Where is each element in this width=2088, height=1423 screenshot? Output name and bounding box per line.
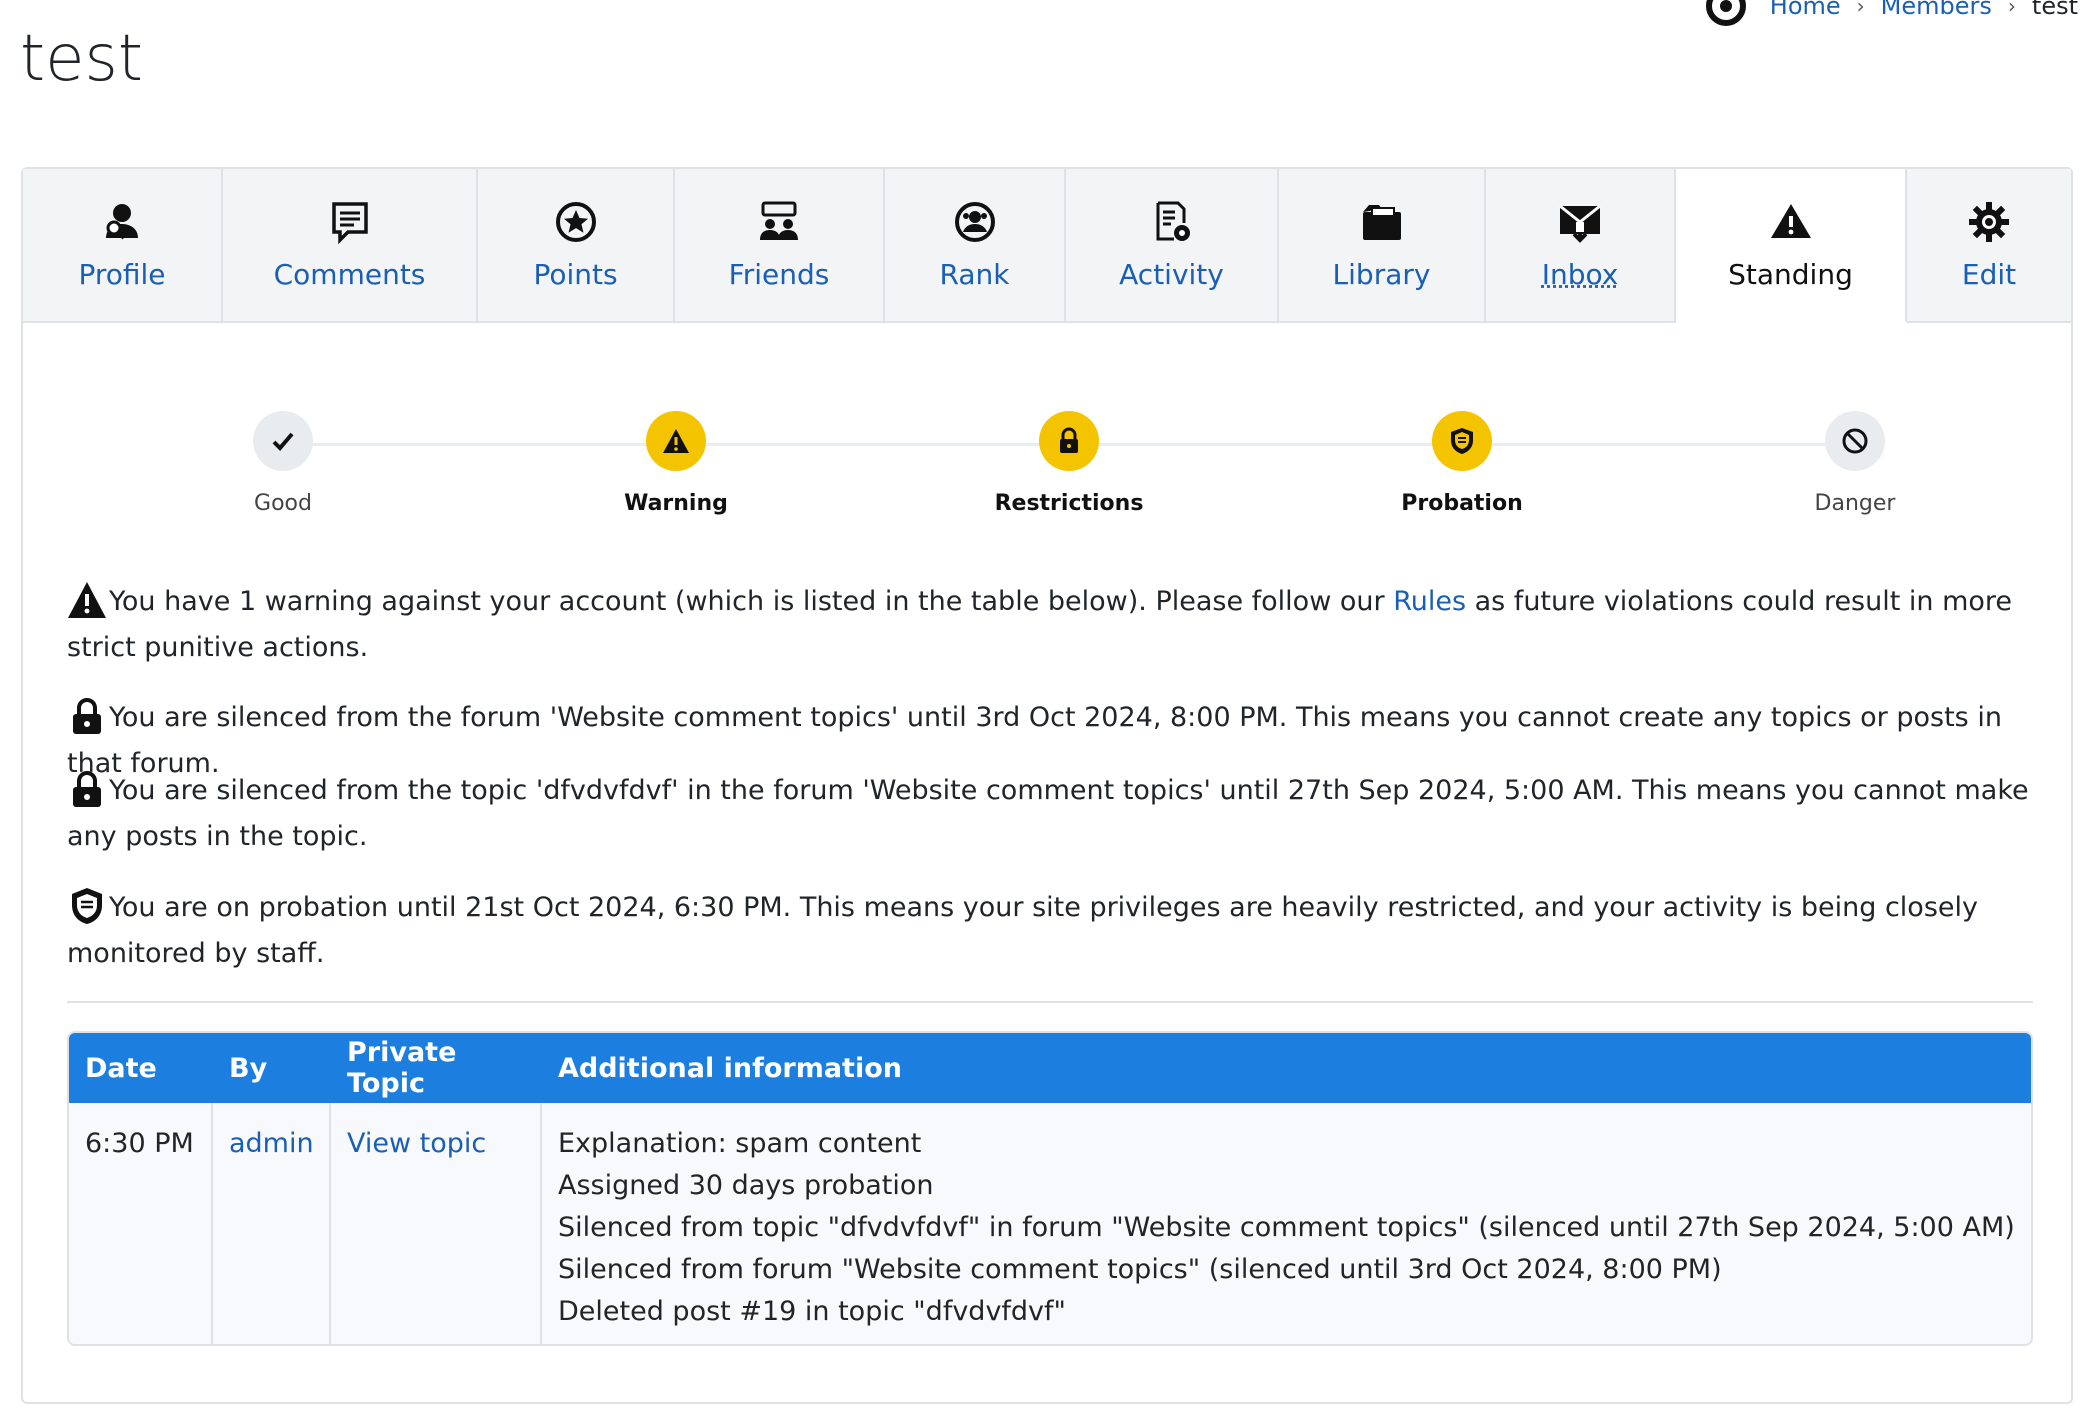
column-header-private-topic: Private Topic — [347, 1037, 457, 1099]
rules-link[interactable]: Rules — [1393, 586, 1466, 617]
check-icon — [253, 411, 313, 471]
star-icon — [554, 200, 598, 244]
step-label: Danger — [1814, 491, 1896, 516]
tab-profile[interactable]: Profile — [23, 169, 223, 323]
breadcrumb-members[interactable]: Members — [1881, 0, 1992, 20]
profile-tabs: Profile Comments Points Friends Rank Act… — [23, 169, 2071, 323]
silenced-topic-text: You are silenced from the topic 'dfvdvfd… — [67, 775, 2029, 852]
step-label: Probation — [1401, 491, 1523, 516]
step-warning: Warning — [526, 411, 826, 516]
probation-text: You are on probation until 21st Oct 2024… — [67, 892, 1978, 969]
comment-icon — [328, 200, 372, 244]
shield-icon — [67, 886, 107, 926]
tab-label: Library — [1332, 257, 1431, 291]
tab-comments[interactable]: Comments — [223, 169, 478, 323]
tab-label: Friends — [728, 257, 830, 291]
tab-label: Activity — [1119, 257, 1224, 291]
user-link-admin[interactable]: admin — [229, 1128, 314, 1159]
profile-panel: Profile Comments Points Friends Rank Act… — [21, 167, 2073, 1404]
silenced-topic-message: You are silenced from the topic 'dfvdvfd… — [67, 768, 2057, 860]
shield-icon — [1432, 411, 1492, 471]
tab-label: Inbox — [1541, 257, 1619, 291]
step-probation: Probation — [1312, 411, 1612, 516]
friends-icon — [757, 200, 801, 244]
step-danger: Danger — [1705, 411, 2005, 516]
lock-icon — [67, 696, 107, 736]
home-icon[interactable] — [1705, 0, 1746, 26]
warning-icon — [646, 411, 706, 471]
table-header: Date By Private Topic Additional informa… — [69, 1033, 2031, 1103]
warning-text: You have 1 warning against your account … — [109, 586, 1394, 617]
inbox-icon — [1558, 200, 1602, 244]
info-line: Silenced from topic "dfvdvfdvf" in forum… — [558, 1212, 2015, 1243]
step-label: Restrictions — [994, 491, 1144, 516]
tab-label: Rank — [939, 257, 1010, 291]
probation-message: You are on probation until 21st Oct 2024… — [67, 885, 2057, 977]
ban-icon — [1825, 411, 1885, 471]
chevron-right-icon: › — [1856, 0, 1865, 18]
tab-label: Edit — [1961, 257, 2017, 291]
tab-friends[interactable]: Friends — [675, 169, 885, 323]
library-icon — [1360, 200, 1404, 244]
column-header-date: Date — [85, 1052, 157, 1084]
step-good: Good — [133, 411, 433, 516]
info-line: Explanation: spam content — [558, 1128, 922, 1159]
infractions-table: Date By Private Topic Additional informa… — [67, 1031, 2033, 1346]
tab-label: Profile — [78, 257, 166, 291]
breadcrumb: Home › Members › test — [1705, 0, 2078, 26]
breadcrumb-current: test — [2031, 0, 2078, 20]
tab-label: Comments — [273, 257, 426, 291]
warning-icon — [1769, 200, 1813, 244]
rank-icon — [953, 200, 997, 244]
chevron-right-icon: › — [2007, 0, 2016, 18]
info-line: Assigned 30 days probation — [558, 1170, 934, 1201]
table-row: 6:30 PM admin View topic Explanation: sp… — [69, 1103, 2031, 1344]
gear-icon — [1967, 200, 2011, 244]
lock-icon — [1039, 411, 1099, 471]
tab-label: Points — [533, 257, 618, 291]
warning-icon — [67, 580, 107, 620]
column-header-by: By — [229, 1052, 268, 1084]
cell-date: 6:30 PM — [69, 1103, 213, 1344]
step-label: Good — [254, 491, 312, 516]
profile-search-icon — [100, 200, 144, 244]
activity-icon — [1150, 200, 1194, 244]
tab-rank[interactable]: Rank — [885, 169, 1066, 323]
lock-icon — [67, 769, 107, 809]
column-header-additional-information: Additional information — [558, 1052, 902, 1084]
info-line: Silenced from forum "Website comment top… — [558, 1254, 1722, 1285]
step-label: Warning — [624, 491, 728, 516]
view-topic-link[interactable]: View topic — [347, 1128, 486, 1159]
step-restrictions: Restrictions — [919, 411, 1219, 516]
standing-stepper: Good Warning Restrictions Probation Dang… — [23, 411, 2071, 551]
tab-edit[interactable]: Edit — [1907, 169, 2071, 323]
tab-library[interactable]: Library — [1279, 169, 1486, 323]
tab-activity[interactable]: Activity — [1066, 169, 1279, 323]
tab-points[interactable]: Points — [478, 169, 675, 323]
tab-inbox[interactable]: Inbox — [1486, 169, 1676, 323]
cell-additional-information: Explanation: spam content Assigned 30 da… — [542, 1103, 2031, 1344]
page-title: test — [20, 22, 143, 96]
tab-standing[interactable]: Standing — [1676, 169, 1907, 323]
info-line: Deleted post #19 in topic "dfvdvfdvf" — [558, 1296, 1066, 1327]
warning-message: You have 1 warning against your account … — [67, 579, 2057, 671]
breadcrumb-home[interactable]: Home — [1770, 0, 1841, 20]
tab-label: Standing — [1728, 257, 1853, 291]
divider — [67, 1001, 2033, 1003]
